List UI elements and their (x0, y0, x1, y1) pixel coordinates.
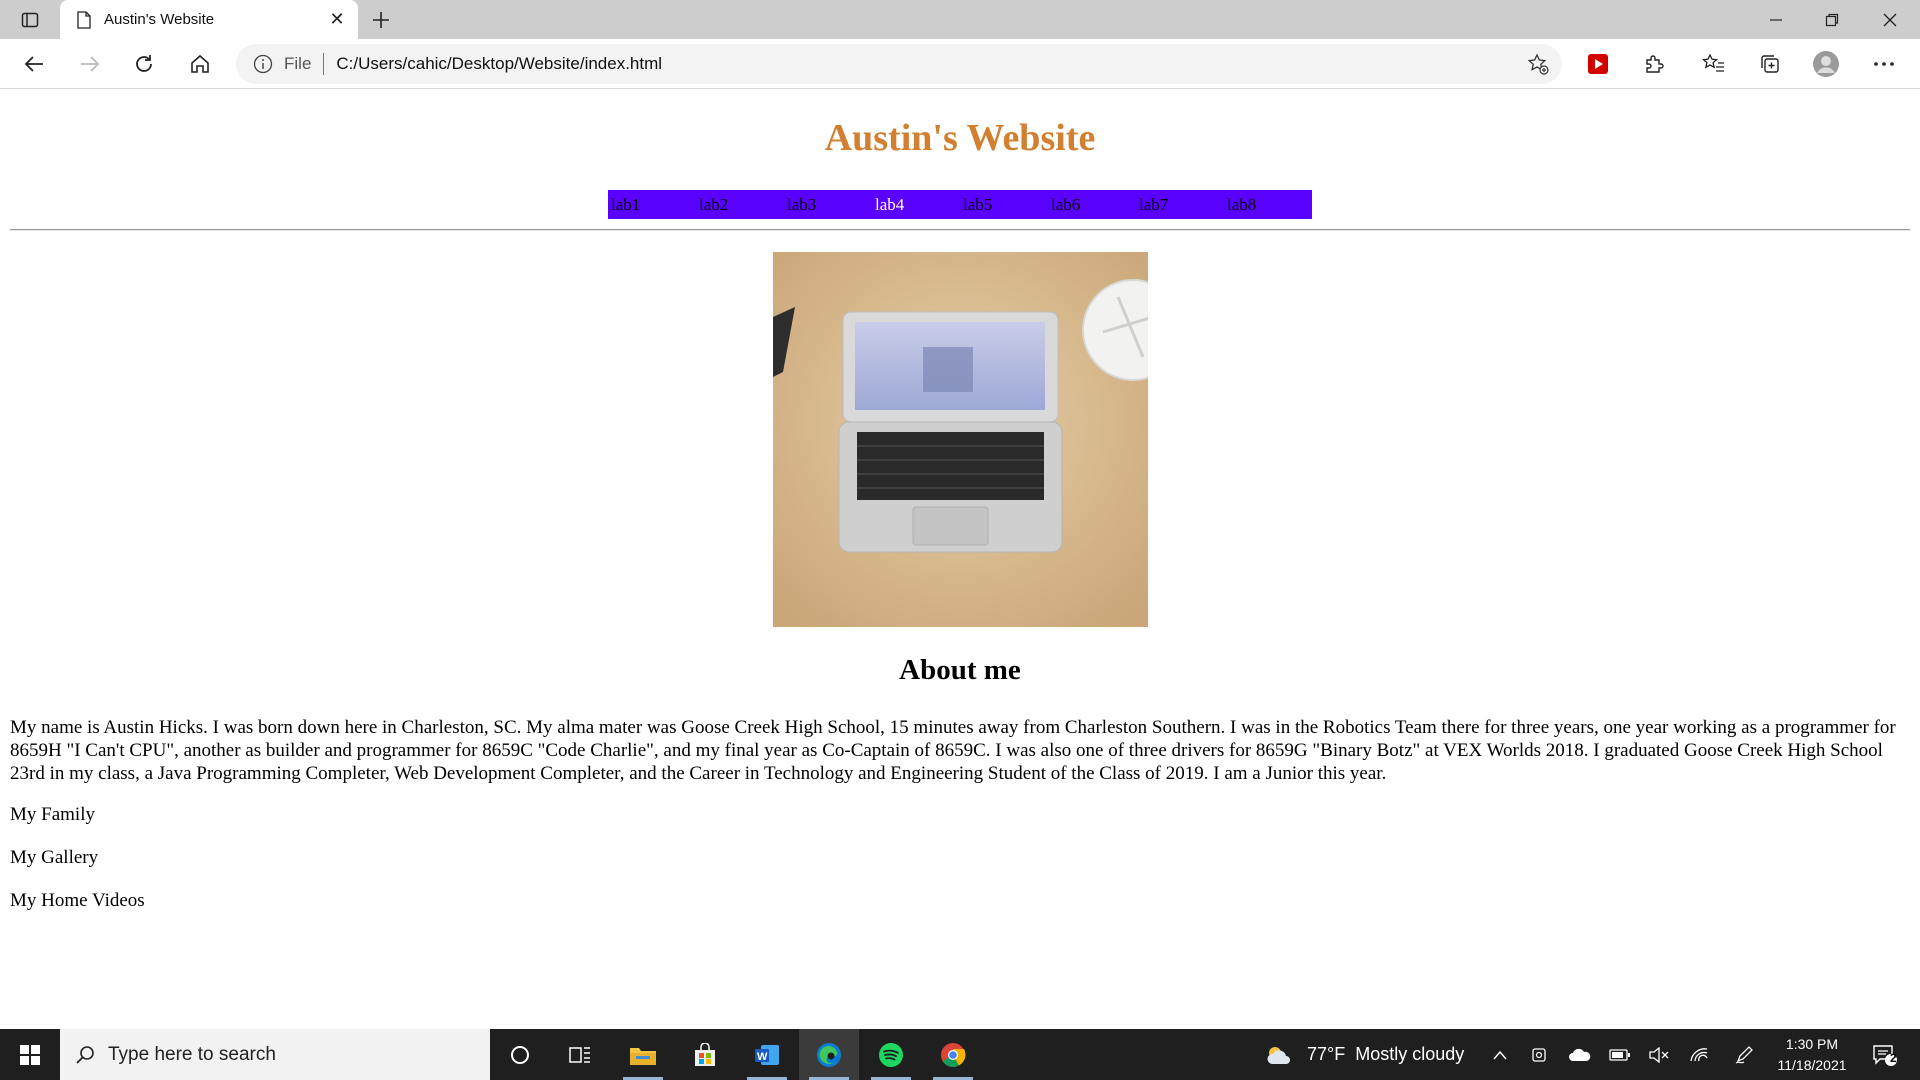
nav-link-lab4[interactable]: lab4 (872, 190, 960, 219)
restore-icon[interactable] (1804, 0, 1860, 39)
taskbar-search-box[interactable]: Type here to search (60, 1029, 490, 1080)
pen-workspace-icon[interactable] (1726, 1029, 1762, 1080)
link-my-family[interactable]: My Family (10, 804, 95, 826)
profile-avatar[interactable] (1808, 46, 1844, 82)
notification-center-icon[interactable]: 2 (1860, 1029, 1910, 1080)
windows-taskbar: Type here to search W 77°F Mostly cloudy (0, 1029, 1920, 1080)
search-icon (74, 1044, 96, 1066)
windows-logo-icon (20, 1044, 40, 1065)
chrome-icon[interactable] (923, 1029, 983, 1080)
search-placeholder: Type here to search (108, 1043, 276, 1065)
new-tab-icon[interactable] (366, 6, 396, 34)
close-tab-icon[interactable]: ✕ (324, 7, 350, 33)
nav-link-lab6[interactable]: lab6 (1048, 190, 1136, 219)
youtube-extension-icon[interactable] (1580, 46, 1616, 82)
nav-link-lab3[interactable]: lab3 (784, 190, 872, 219)
address-bar[interactable]: File C:/Users/cahic/Desktop/Website/inde… (236, 44, 1562, 84)
nav-link-lab5[interactable]: lab5 (960, 190, 1048, 219)
browser-toolbar: File C:/Users/cahic/Desktop/Website/inde… (0, 39, 1920, 89)
minimize-icon[interactable] (1748, 0, 1804, 39)
extensions-icon[interactable] (1636, 46, 1672, 82)
address-separator (323, 53, 325, 75)
clock-date: 11/18/2021 (1777, 1057, 1847, 1073)
tab-title: Austin's Website (104, 11, 215, 28)
link-my-home-videos[interactable]: My Home Videos (10, 890, 145, 912)
volume-muted-icon[interactable] (1641, 1029, 1677, 1080)
laptop-photo (773, 252, 1148, 627)
nav-link-lab2[interactable]: lab2 (696, 190, 784, 219)
start-button[interactable] (0, 1029, 60, 1080)
site-title: Austin's Website (824, 117, 1096, 159)
browser-tab[interactable]: Austin's Website ✕ (60, 0, 358, 39)
file-explorer-icon[interactable] (613, 1029, 673, 1080)
address-scheme: File (284, 54, 312, 73)
microsoft-store-icon[interactable] (675, 1029, 735, 1080)
browser-tab-strip: Austin's Website ✕ (0, 0, 1920, 39)
wifi-icon[interactable] (1681, 1029, 1717, 1080)
weather-widget[interactable]: 77°F Mostly cloudy (1265, 1029, 1464, 1080)
cloudy-weather-icon (1267, 1046, 1290, 1064)
nav-link-lab7[interactable]: lab7 (1136, 190, 1224, 219)
about-paragraph: My name is Austin Hicks. I was born down… (10, 717, 1896, 784)
home-icon[interactable] (182, 46, 218, 82)
address-url[interactable]: C:/Users/cahic/Desktop/Website/index.htm… (336, 54, 662, 74)
web-page: Austin's Website lab1 lab2 lab3 lab4 lab… (0, 90, 1920, 1029)
edge-icon[interactable] (799, 1029, 859, 1080)
settings-more-icon[interactable] (1866, 46, 1902, 82)
about-heading: About me (899, 654, 1021, 686)
notification-badge: 2 (1890, 1051, 1897, 1065)
battery-icon[interactable] (1602, 1029, 1638, 1080)
task-view-icon[interactable] (550, 1029, 610, 1080)
system-clock[interactable]: 1:30 PM 11/18/2021 (1770, 1029, 1854, 1080)
close-window-icon[interactable] (1862, 0, 1918, 39)
collections-icon[interactable] (1752, 46, 1788, 82)
svg-text:W: W (757, 1051, 768, 1063)
horizontal-rule (10, 229, 1910, 231)
back-icon[interactable] (16, 46, 52, 82)
nav-bar: lab1 lab2 lab3 lab4 lab5 lab6 lab7 lab8 (608, 190, 1312, 219)
clock-time: 1:30 PM (1785, 1036, 1839, 1052)
meet-now-icon[interactable] (1521, 1029, 1557, 1080)
tab-actions-icon[interactable] (10, 6, 50, 34)
document-icon (74, 10, 94, 30)
nav-link-lab1[interactable]: lab1 (608, 190, 696, 219)
forward-icon[interactable] (72, 46, 108, 82)
cortana-icon[interactable] (490, 1029, 550, 1080)
favorites-icon[interactable] (1696, 46, 1732, 82)
add-favorite-icon[interactable] (1526, 52, 1550, 76)
refresh-icon[interactable] (126, 46, 162, 82)
nav-link-lab8[interactable]: lab8 (1224, 190, 1312, 219)
link-my-gallery[interactable]: My Gallery (10, 847, 98, 869)
weather-condition: Mostly cloudy (1355, 1044, 1465, 1064)
onedrive-icon[interactable] (1562, 1029, 1598, 1080)
word-icon[interactable]: W (737, 1029, 797, 1080)
show-hidden-icons-icon[interactable] (1482, 1029, 1518, 1080)
spotify-icon[interactable] (861, 1029, 921, 1080)
weather-temp: 77°F (1307, 1044, 1346, 1064)
site-info-icon[interactable] (252, 53, 274, 75)
